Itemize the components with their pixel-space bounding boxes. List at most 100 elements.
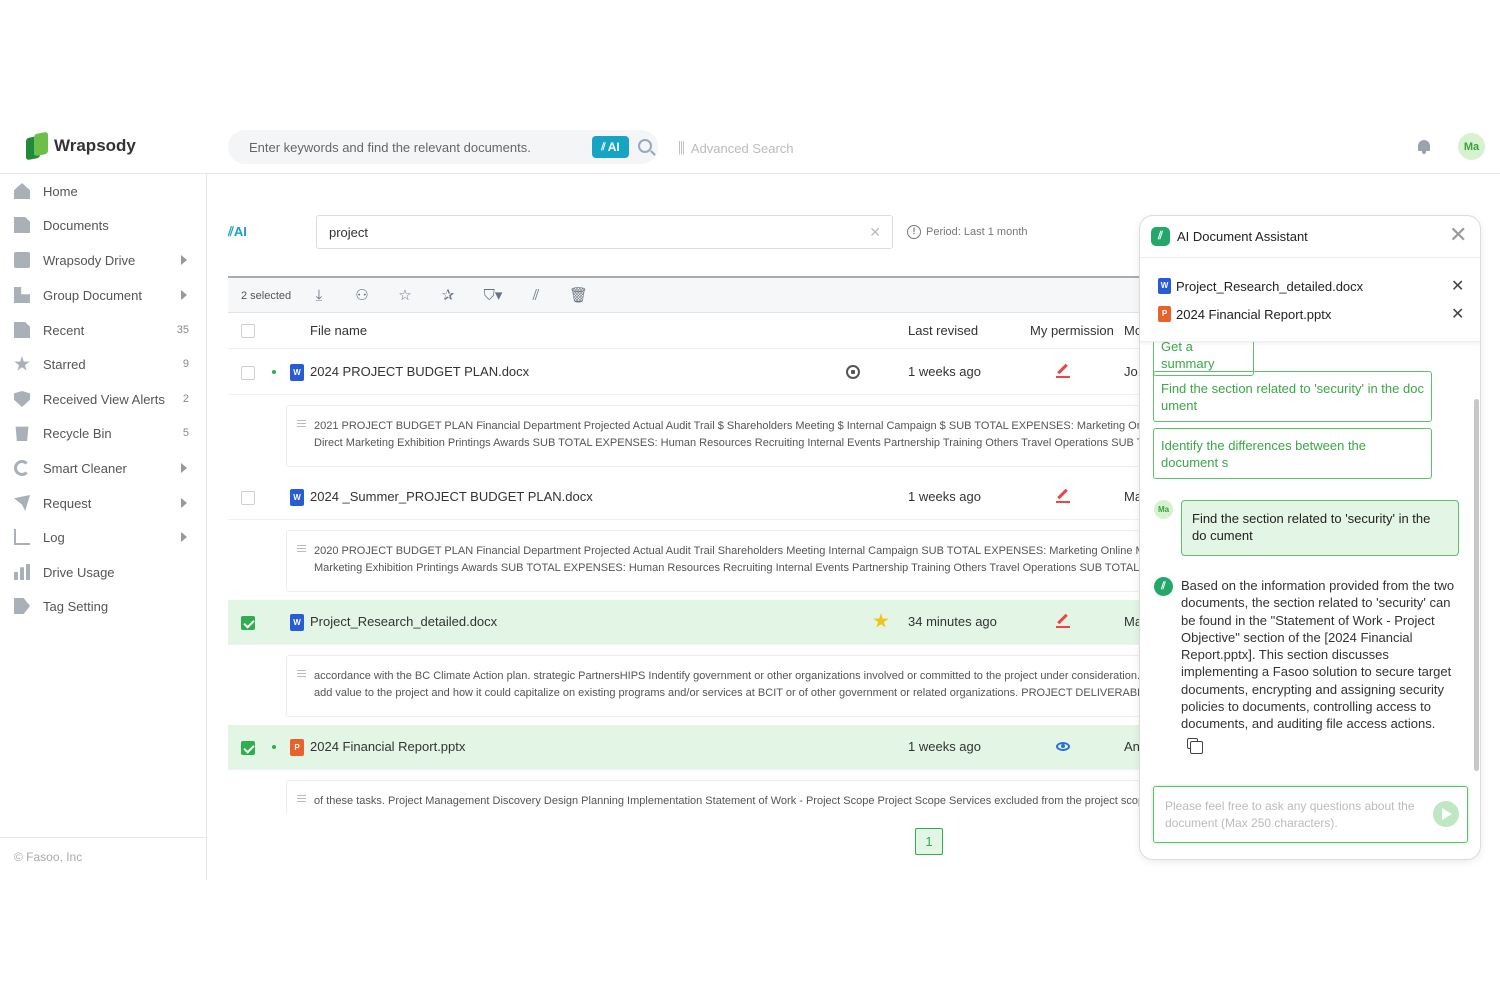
row-checkbox[interactable] <box>241 616 255 630</box>
ai-assistant-icon[interactable]: ⫽ <box>527 287 545 305</box>
table-row[interactable]: W 2024 PROJECT BUDGET PLAN.docx 1 weeks … <box>228 350 1140 395</box>
column-file-name[interactable]: File name <box>310 323 367 338</box>
suggestion-find-security[interactable]: Find the section related to 'security' i… <box>1153 371 1432 422</box>
table-row[interactable]: W Project_Research_detailed.docx 34 minu… <box>228 600 1140 645</box>
file-name[interactable]: Project_Research_detailed.docx <box>310 614 497 629</box>
panel-title: AI Document Assistant <box>1177 229 1308 244</box>
suggestion-identify-differences[interactable]: Identify the differences between the doc… <box>1153 428 1432 479</box>
sidebar-item-starred[interactable]: Starred 9 <box>0 347 207 381</box>
starred-icon[interactable] <box>873 613 889 628</box>
suggestion-get-summary[interactable]: Get a summary <box>1153 336 1254 376</box>
table-header: File name Last revised My permission Mo <box>228 313 1140 349</box>
chevron-right-icon[interactable] <box>181 498 187 508</box>
ai-search-toggle[interactable]: ⫽ AI <box>592 136 629 158</box>
row-checkbox[interactable] <box>241 741 255 755</box>
download-icon[interactable]: ⤓ <box>310 287 328 305</box>
column-last-revised[interactable]: Last revised <box>908 323 978 338</box>
sidebar-item-wrapsody-drive[interactable]: Wrapsody Drive <box>0 243 207 277</box>
sidebar-item-group-document[interactable]: Group Document <box>0 278 207 312</box>
sidebar-item-log[interactable]: Log <box>0 520 207 554</box>
usage-icon <box>14 564 30 580</box>
panel-scrollbar[interactable] <box>1474 399 1479 771</box>
content-snippet: 2021 PROJECT BUDGET PLAN Financial Depar… <box>286 405 1140 467</box>
chevron-right-icon[interactable] <box>181 463 187 473</box>
file-name[interactable]: 2024 _Summer_PROJECT BUDGET PLAN.docx <box>310 489 593 504</box>
panel-header: ⫽ AI Document Assistant ✕ <box>1140 216 1480 258</box>
powerpoint-file-icon: P <box>1158 306 1171 322</box>
remove-file-icon[interactable]: ✕ <box>1451 304 1464 324</box>
sidebar-item-recent[interactable]: Recent 35 <box>0 313 207 347</box>
attached-files: W Project_Research_detailed.docx ✕ P 202… <box>1140 258 1480 342</box>
sidebar-item-label: Log <box>43 529 65 545</box>
table-row[interactable]: P 2024 Financial Report.pptx 1 weeks ago… <box>228 725 1140 770</box>
column-modifier[interactable]: Mo <box>1124 323 1140 338</box>
drive-icon <box>14 252 30 268</box>
wrapsody-logo[interactable]: Wrapsody <box>26 131 136 161</box>
sidebar-item-smart-cleaner[interactable]: Smart Cleaner <box>0 451 207 485</box>
ai-assistant-panel: ⫽ AI Document Assistant ✕ W Project_Rese… <box>1139 215 1481 860</box>
chevron-right-icon[interactable] <box>181 532 187 542</box>
alert-icon <box>14 391 30 407</box>
logo-icon <box>26 131 48 161</box>
table-row[interactable]: W 2024 _Summer_PROJECT BUDGET PLAN.docx … <box>228 475 1140 520</box>
clear-icon[interactable]: ✕ <box>869 224 881 241</box>
user-avatar: Ma <box>1154 500 1173 519</box>
share-user-icon[interactable]: ⚇ <box>353 287 371 305</box>
sidebar-item-tag-setting[interactable]: Tag Setting <box>0 589 207 623</box>
global-search-input[interactable]: Enter keywords and find the relevant doc… <box>228 130 658 164</box>
sidebar-item-drive-usage[interactable]: Drive Usage <box>0 555 207 589</box>
row-checkbox[interactable] <box>241 491 255 505</box>
sidebar-item-label: Tag Setting <box>43 598 109 614</box>
chevron-right-icon[interactable] <box>181 255 187 265</box>
select-all-checkbox[interactable] <box>241 324 255 338</box>
file-name[interactable]: 2024 PROJECT BUDGET PLAN.docx <box>310 364 529 379</box>
sidebar-item-home[interactable]: Home <box>0 174 207 208</box>
remove-file-icon[interactable]: ✕ <box>1451 276 1464 296</box>
powerpoint-file-icon: P <box>290 739 304 756</box>
send-icon[interactable] <box>1433 801 1459 827</box>
period-filter[interactable]: ! Period: Last 1 month <box>907 225 1028 239</box>
logo-text: Wrapsody <box>54 136 136 155</box>
edit-permission-icon <box>1056 364 1070 378</box>
sidebar-item-recycle-bin[interactable]: Recycle Bin 5 <box>0 416 207 450</box>
word-file-icon: W <box>1158 278 1171 294</box>
user-avatar[interactable]: Ma <box>1458 133 1485 160</box>
question-placeholder: Please feel free to ask any questions ab… <box>1165 799 1415 830</box>
unstar-icon[interactable]: ✰ <box>439 287 457 305</box>
recent-icon <box>14 322 30 338</box>
sidebar-item-label: Group Document <box>43 287 142 303</box>
sidebar-item-request[interactable]: Request <box>0 486 207 520</box>
file-name[interactable]: 2024 Financial Report.pptx <box>310 739 465 754</box>
assistant-message: Based on the information provided from t… <box>1181 578 1455 732</box>
star-outline-icon[interactable]: ☆ <box>396 287 414 305</box>
copy-icon[interactable] <box>1187 738 1203 754</box>
sidebar-item-documents[interactable]: Documents <box>0 208 207 242</box>
bell-icon[interactable] <box>1416 139 1432 155</box>
snippet-line: 2020 PROJECT BUDGET PLAN Financial Depar… <box>314 545 1140 557</box>
snippet-icon <box>297 545 306 552</box>
snippet-icon <box>297 670 306 677</box>
ai-label-text: AI <box>233 224 247 239</box>
copyright: © Fasoo, Inc <box>14 850 83 864</box>
snippet-line: Marketing Exhibition Printings Awards SU… <box>314 562 1140 574</box>
sidebar-item-received-view-alerts[interactable]: Received View Alerts 2 <box>0 382 207 416</box>
snippet-icon <box>297 420 306 427</box>
column-my-permission[interactable]: My permission <box>1030 323 1114 338</box>
page-button[interactable]: 1 <box>915 828 943 855</box>
ai-assistant-icon: ⫽ <box>1154 577 1173 596</box>
advanced-search-button[interactable]: ⫼ Advanced Search <box>678 140 794 157</box>
query-text: project <box>329 225 369 240</box>
last-revised: 1 weeks ago <box>908 364 981 379</box>
security-dropdown-icon[interactable]: ⛉▾ <box>480 287 506 305</box>
snippet-line: of these tasks. Project Management Disco… <box>314 795 1140 807</box>
word-file-icon: W <box>290 614 304 631</box>
advanced-search-label: Advanced Search <box>690 141 794 156</box>
question-input[interactable]: Please feel free to ask any questions ab… <box>1153 786 1468 843</box>
row-checkbox[interactable] <box>241 366 255 380</box>
ai-query-input[interactable]: project ✕ <box>316 215 893 249</box>
delete-icon[interactable]: 🗑 <box>569 287 588 305</box>
chevron-right-icon[interactable] <box>181 290 187 300</box>
close-icon[interactable]: ✕ <box>1449 223 1467 247</box>
search-icon[interactable] <box>638 139 652 153</box>
sliders-icon: ⫼ <box>678 140 685 157</box>
